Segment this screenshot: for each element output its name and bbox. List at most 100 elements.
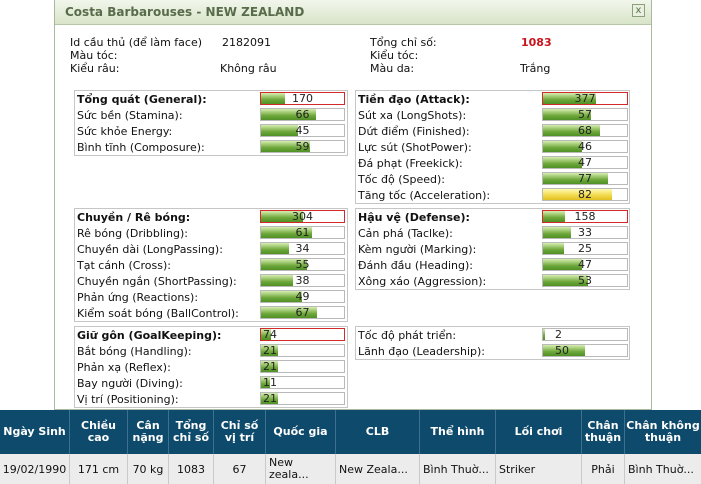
bar-value: 158 bbox=[574, 210, 596, 223]
th-dob[interactable]: Ngày Sinh bbox=[0, 410, 70, 454]
bar-value: 49 bbox=[295, 290, 310, 303]
stat-row: Phản ứng (Reactions): 49 bbox=[75, 290, 347, 306]
td-playstyle: Striker bbox=[496, 454, 582, 484]
stat-bar: 38 bbox=[260, 274, 345, 287]
stat-row: Dứt điểm (Finished): 68 bbox=[356, 124, 629, 140]
stat-label: Sút xa (LongShots): bbox=[358, 109, 467, 122]
td-weak-foot: Bình Thuờ... bbox=[628, 462, 694, 476]
beard-label: Kiểu râu: bbox=[70, 62, 120, 75]
th-height[interactable]: Chiều cao bbox=[70, 410, 128, 454]
stat-label: Bình tĩnh (Composure): bbox=[77, 141, 205, 154]
bar-value: 11 bbox=[263, 376, 277, 389]
stat-row: Lực sút (ShotPower): 46 bbox=[356, 140, 629, 156]
attack-header-label: Tiền đạo (Attack): bbox=[358, 93, 470, 106]
stat-row: Vị trí (Positioning): 21 bbox=[75, 392, 347, 408]
stat-bar: 82 bbox=[542, 188, 628, 201]
stat-bar: 25 bbox=[542, 242, 628, 255]
bar-value: 82 bbox=[578, 188, 592, 201]
th-position-rating[interactable]: Chỉ số vị trí bbox=[214, 410, 266, 454]
close-icon[interactable]: x bbox=[632, 4, 645, 17]
attack-panel: Tiền đạo (Attack): 377 Sút xa (LongShots… bbox=[355, 90, 630, 204]
stat-label: Dứt điểm (Finished): bbox=[358, 125, 470, 138]
th-playstyle[interactable]: Lối chơi bbox=[496, 410, 582, 454]
th-preferred-foot[interactable]: Chân thuận bbox=[582, 410, 625, 454]
hair-style-label: Kiểu tóc: bbox=[370, 49, 419, 62]
stat-bar: 55 bbox=[260, 258, 345, 271]
bar-value: 2 bbox=[555, 328, 562, 341]
bar-value: 74 bbox=[263, 328, 277, 341]
stat-label: Sức khỏe Energy: bbox=[77, 125, 173, 138]
stat-label: Lãnh đạo (Leadership): bbox=[358, 345, 486, 358]
stat-label: Chuyền dài (LongPassing): bbox=[77, 243, 223, 256]
goalkeeping-header-label: Giữ gôn (GoalKeeping): bbox=[77, 329, 222, 342]
bar-value: 21 bbox=[263, 360, 277, 373]
bar-value: 67 bbox=[295, 306, 310, 319]
beard-value: Không râu bbox=[220, 62, 277, 75]
bar-value: 77 bbox=[578, 172, 592, 185]
stat-label: Vị trí (Positioning): bbox=[77, 393, 179, 406]
td-total: 1083 bbox=[169, 454, 214, 484]
th-weight[interactable]: Cân nặng bbox=[128, 410, 169, 454]
th-total[interactable]: Tổng chỉ số bbox=[169, 410, 214, 454]
player-table: Ngày Sinh Chiều cao Cân nặng Tổng chỉ số… bbox=[0, 410, 701, 484]
defense-header-label: Hậu vệ (Defense): bbox=[358, 211, 470, 224]
total-value: 1083 bbox=[521, 36, 552, 49]
stat-label: Phản ứng (Reactions): bbox=[77, 291, 199, 304]
bar-value: 59 bbox=[295, 140, 310, 153]
bar-value: 21 bbox=[263, 392, 277, 405]
stat-bar: 47 bbox=[542, 258, 628, 271]
defense-panel: Hậu vệ (Defense): 158 Cản phá (Taclke): 3… bbox=[355, 208, 630, 290]
td-preferred-foot: Phải bbox=[582, 454, 625, 484]
td-club: New Zeala... bbox=[336, 454, 420, 484]
popup-titlebar: Costa Barbarouses - NEW ZEALAND x bbox=[55, 0, 651, 25]
dribbling-panel: Chuyền / Rê bóng: 304 Rê bóng (Dribbling… bbox=[74, 208, 348, 322]
dribbling-header-label: Chuyền / Rê bóng: bbox=[77, 211, 191, 224]
stat-bar: 57 bbox=[542, 108, 628, 121]
bar-value: 33 bbox=[578, 226, 592, 239]
stat-row: Kèm người (Marking): 25 bbox=[356, 242, 629, 258]
stat-row: Lãnh đạo (Leadership): 50 bbox=[356, 344, 629, 360]
general-panel: Tổng quát (General): 170 Sức bền (Stamin… bbox=[74, 90, 348, 156]
stat-row: Bắt bóng (Handling): 21 bbox=[75, 344, 347, 360]
stat-row: Bình tĩnh (Composure): 59 bbox=[75, 140, 347, 156]
th-club[interactable]: CLB bbox=[336, 410, 420, 454]
bar-value: 25 bbox=[578, 242, 592, 255]
th-country[interactable]: Quốc gia bbox=[266, 410, 336, 454]
goalkeeping-panel: Giữ gôn (GoalKeeping): 74 Bắt bóng (Hand… bbox=[74, 326, 348, 408]
general-header-row: Tổng quát (General): 170 bbox=[75, 92, 347, 108]
defense-header-row: Hậu vệ (Defense): 158 bbox=[356, 210, 629, 226]
general-header-bar: 170 bbox=[260, 92, 345, 105]
th-weak-foot[interactable]: Chân không thuận bbox=[625, 410, 701, 454]
other-panel: Tốc độ phát triển: 2 Lãnh đạo (Leadership… bbox=[355, 326, 630, 360]
stat-bar: 11 bbox=[260, 376, 345, 389]
bar-value: 34 bbox=[295, 242, 310, 255]
stat-bar: 77 bbox=[542, 172, 628, 185]
bar-value: 170 bbox=[292, 92, 313, 105]
player-id-label: Id cầu thủ (để làm face) bbox=[70, 36, 202, 49]
stat-label: Tốc độ phát triển: bbox=[358, 329, 457, 342]
stat-bar: 61 bbox=[260, 226, 345, 239]
stat-row: Tạt cánh (Cross): 55 bbox=[75, 258, 347, 274]
stat-row: Xông xáo (Aggression): 53 bbox=[356, 274, 629, 290]
stat-bar: 66 bbox=[260, 108, 345, 121]
total-label: Tổng chỉ số: bbox=[370, 36, 437, 49]
td-dob: 19/02/1990 bbox=[0, 454, 70, 484]
dribbling-header-row: Chuyền / Rê bóng: 304 bbox=[75, 210, 347, 226]
stat-row: Tốc độ (Speed): 77 bbox=[356, 172, 629, 188]
attack-header-row: Tiền đạo (Attack): 377 bbox=[356, 92, 629, 108]
goalkeeping-header-row: Giữ gôn (GoalKeeping): 74 bbox=[75, 328, 347, 344]
stat-row: Sút xa (LongShots): 57 bbox=[356, 108, 629, 124]
stat-bar: 46 bbox=[542, 140, 628, 153]
bar-value: 47 bbox=[578, 258, 592, 271]
table-row[interactable]: 19/02/1990 171 cm 70 kg 1083 67 New zeal… bbox=[0, 454, 701, 484]
stat-label: Lực sút (ShotPower): bbox=[358, 141, 472, 154]
stat-bar: 34 bbox=[260, 242, 345, 255]
stat-row: Đánh đầu (Heading): 47 bbox=[356, 258, 629, 274]
stat-bar: 2 bbox=[542, 328, 628, 341]
stat-row: Tốc độ phát triển: 2 bbox=[356, 328, 629, 344]
goalkeeping-header-bar: 74 bbox=[260, 328, 345, 341]
th-physique[interactable]: Thể hình bbox=[420, 410, 496, 454]
stat-label: Sức bền (Stamina): bbox=[77, 109, 183, 122]
defense-header-bar: 158 bbox=[542, 210, 628, 223]
stat-bar: 50 bbox=[542, 344, 628, 357]
